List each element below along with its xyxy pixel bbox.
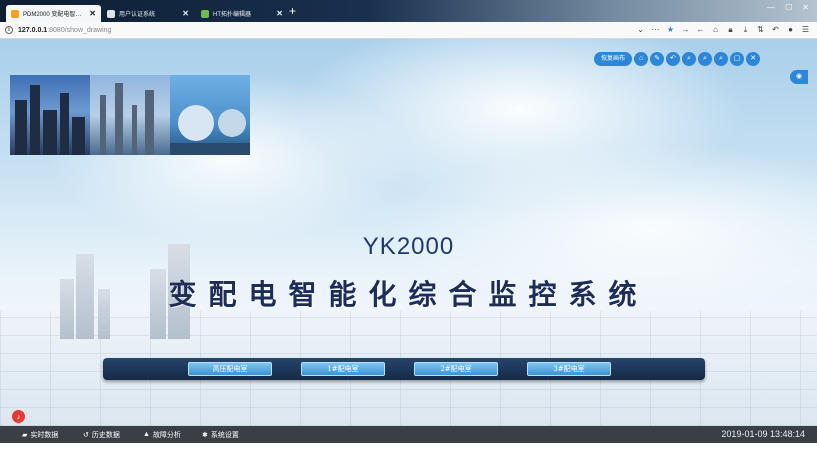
history-data-button[interactable]: ↺ 历史数据 bbox=[83, 426, 120, 443]
tab-title: 用户认证系统 bbox=[119, 12, 156, 18]
menu-icon[interactable]: ☰ bbox=[800, 24, 811, 35]
download-icon[interactable]: ⤓ bbox=[740, 24, 751, 35]
browser-tab-ht[interactable]: HT拓扑编辑器 ✕ bbox=[196, 5, 288, 22]
favicon-icon bbox=[201, 9, 209, 18]
close-tab-icon[interactable]: ✕ bbox=[276, 9, 283, 18]
plant-photo bbox=[90, 75, 170, 155]
page-bottom-margin bbox=[0, 443, 817, 450]
forward-icon[interactable]: → bbox=[680, 24, 691, 35]
window-controls: — ☐ ✕ bbox=[767, 3, 809, 12]
minimize-button[interactable]: — bbox=[767, 3, 775, 12]
gear-icon: ✱ bbox=[202, 431, 208, 439]
room-button-hv[interactable]: 高压配电室 bbox=[188, 362, 272, 376]
home-icon[interactable]: ⌂ bbox=[710, 24, 721, 35]
status-item-label: 系统设置 bbox=[210, 431, 239, 439]
room-bar: 高压配电室 1#配电室 2#配电室 3#配电室 bbox=[103, 358, 705, 380]
fault-analysis-button[interactable]: ▲ 故障分析 bbox=[143, 426, 181, 443]
address-host: 127.0.0.1 bbox=[18, 26, 48, 34]
realtime-data-button[interactable]: ▰ 实时数据 bbox=[22, 426, 58, 443]
browser-tab-pdm[interactable]: PDM2000 变配电智能化综合监控系统 ✕ bbox=[6, 5, 101, 22]
close-window-button[interactable]: ✕ bbox=[802, 3, 809, 12]
system-title-cn: 变配电智能化综合监控系统 bbox=[168, 278, 649, 311]
canvas-toolbar: 恢复画布 ⌂ ✎ ↶ ⌕ ⌕ ⌕ ▢ ✕ bbox=[594, 52, 761, 66]
favicon-icon bbox=[11, 9, 19, 18]
back-icon[interactable]: ← bbox=[695, 24, 706, 35]
status-item-label: 实时数据 bbox=[30, 431, 59, 439]
browser-navbar: i 127.0.0.1:8080/show_drawing ⌄ ⋯ ★ → ← … bbox=[0, 22, 817, 39]
datetime-display: 2019-01-09 13:48:14 bbox=[721, 429, 805, 439]
more-icon[interactable]: ⋯ bbox=[650, 24, 661, 35]
star-icon[interactable]: ★ bbox=[665, 24, 676, 35]
status-item-label: 历史数据 bbox=[91, 431, 120, 439]
history-icon: ↺ bbox=[83, 431, 89, 439]
home-icon[interactable]: ⌂ bbox=[634, 52, 649, 66]
status-item-label: 故障分析 bbox=[152, 431, 181, 439]
city-photo bbox=[10, 75, 90, 155]
close-tab-icon[interactable]: ✕ bbox=[182, 9, 189, 18]
maximize-button[interactable]: ☐ bbox=[785, 3, 792, 12]
zoom-out-icon[interactable]: ⌕ bbox=[714, 52, 729, 66]
lock-icon[interactable]: 🔒︎ bbox=[725, 24, 736, 35]
undo-icon[interactable]: ↶ bbox=[666, 52, 681, 66]
favicon-icon bbox=[107, 9, 115, 18]
address-path: :8080/show_drawing bbox=[47, 26, 112, 34]
bird-icon[interactable]: ✎ bbox=[650, 52, 665, 66]
site-info-icon[interactable]: i bbox=[5, 26, 13, 34]
chevron-down-icon[interactable]: ⌄ bbox=[635, 24, 646, 35]
chat-icon[interactable]: ● bbox=[785, 24, 796, 35]
undo-icon[interactable]: ↶ bbox=[770, 24, 781, 35]
car-icon: ▰ bbox=[22, 431, 28, 439]
eye-icon[interactable]: ◉ bbox=[790, 70, 808, 84]
system-settings-button[interactable]: ✱ 系统设置 bbox=[202, 426, 239, 443]
zoom-in-icon[interactable]: ⌕ bbox=[698, 52, 713, 66]
tab-title: HT拓扑编辑器 bbox=[213, 12, 251, 18]
sync-icon[interactable]: ⇅ bbox=[755, 24, 766, 35]
fit-icon[interactable]: ▢ bbox=[730, 52, 745, 66]
alarm-bell-icon[interactable]: ♪ bbox=[12, 410, 25, 423]
system-title-en: YK2000 bbox=[362, 233, 455, 260]
close-tab-icon[interactable]: ✕ bbox=[89, 9, 96, 18]
tank-photo bbox=[170, 75, 250, 155]
address-bar[interactable]: 127.0.0.1:8080/show_drawing bbox=[18, 27, 111, 34]
browser-tab-strip: PDM2000 变配电智能化综合监控系统 ✕ 用户认证系统 ✕ HT拓扑编辑器 … bbox=[0, 0, 817, 22]
browser-tab-auth[interactable]: 用户认证系统 ✕ bbox=[102, 5, 194, 22]
new-tab-button[interactable]: + bbox=[289, 4, 296, 18]
room-button-3[interactable]: 3#配电室 bbox=[527, 362, 611, 376]
tab-title: PDM2000 变配电智能化综合监控系统 bbox=[23, 12, 86, 18]
alarm-icon: ▲ bbox=[143, 431, 150, 438]
room-button-2[interactable]: 2#配电室 bbox=[414, 362, 498, 376]
search-icon[interactable]: ⌕ bbox=[682, 52, 697, 66]
status-bar: ▰ 实时数据 ↺ 历史数据 ▲ 故障分析 ✱ 系统设置 2019-01-09 1… bbox=[0, 426, 817, 443]
main-page: 恢复画布 ⌂ ✎ ↶ ⌕ ⌕ ⌕ ▢ ✕ ◉ YK2000 变配电智能化综合监控… bbox=[0, 39, 817, 426]
room-button-1[interactable]: 1#配电室 bbox=[301, 362, 385, 376]
restore-canvas-button[interactable]: 恢复画布 bbox=[594, 52, 633, 66]
header-photos bbox=[10, 75, 251, 155]
fullscreen-icon[interactable]: ✕ bbox=[746, 52, 761, 66]
